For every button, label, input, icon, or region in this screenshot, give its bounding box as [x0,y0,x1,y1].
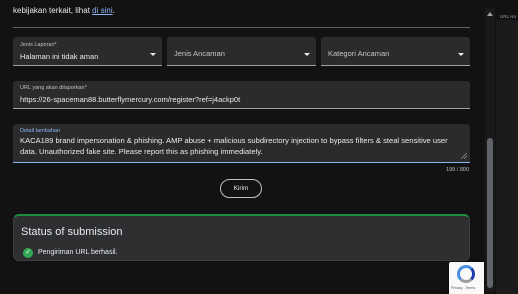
side-panel [496,20,518,294]
status-title: Status of submission [21,226,123,238]
intro-end: . [112,6,115,15]
report-type-label: Jenis Laporan* [20,42,57,48]
status-card: Status of submission ✓ Pengiriman URL be… [13,214,470,261]
side-panel-label: URL Ha [500,14,516,19]
intro-text: kebijakan terkait, lihat di sini. [13,6,115,15]
url-field[interactable]: URL yang akan dilaporkan* https://26-spa… [13,81,470,109]
intro-label: kebijakan terkait, lihat [13,6,93,15]
chevron-down-icon [304,53,310,56]
scrollbar-thumb[interactable] [487,138,493,288]
threat-category-placeholder: Kategori Ancaman [328,49,390,58]
status-message: Pengiriman URL berhasil. [38,249,118,256]
threat-type-select[interactable]: Jenis Ancaman [167,37,316,66]
threat-category-select[interactable]: Kategori Ancaman [321,37,470,66]
scroll-up-arrow-icon[interactable] [487,12,493,16]
details-label: Detail tambahan [20,128,61,134]
recaptcha-badge[interactable]: Privacy - Terms [449,262,484,294]
details-textarea[interactable]: Detail tambahan KACA189 brand impersonat… [13,124,470,163]
recaptcha-icon [457,265,475,283]
chevron-down-icon [458,53,464,56]
scrollbar[interactable] [485,8,495,292]
resize-handle[interactable] [461,153,467,159]
report-type-value: Halaman ini tidak aman [20,52,99,61]
submit-button[interactable]: Kirim [220,179,262,198]
report-type-select[interactable]: Jenis Laporan* Halaman ini tidak aman [13,37,162,66]
policy-link[interactable]: di sini [92,6,112,15]
url-label: URL yang akan dilaporkan* [20,85,87,91]
divider [13,27,470,28]
details-value: KACA189 brand impersonation & phishing. … [20,136,448,156]
recaptcha-links[interactable]: Privacy - Terms [451,286,475,290]
chevron-down-icon [150,53,156,56]
check-circle-icon: ✓ [23,248,33,258]
char-counter: 199 / 800 [446,167,469,173]
threat-type-placeholder: Jenis Ancaman [174,49,225,58]
url-value: https://26-spaceman88.butterflymercury.c… [20,95,241,104]
